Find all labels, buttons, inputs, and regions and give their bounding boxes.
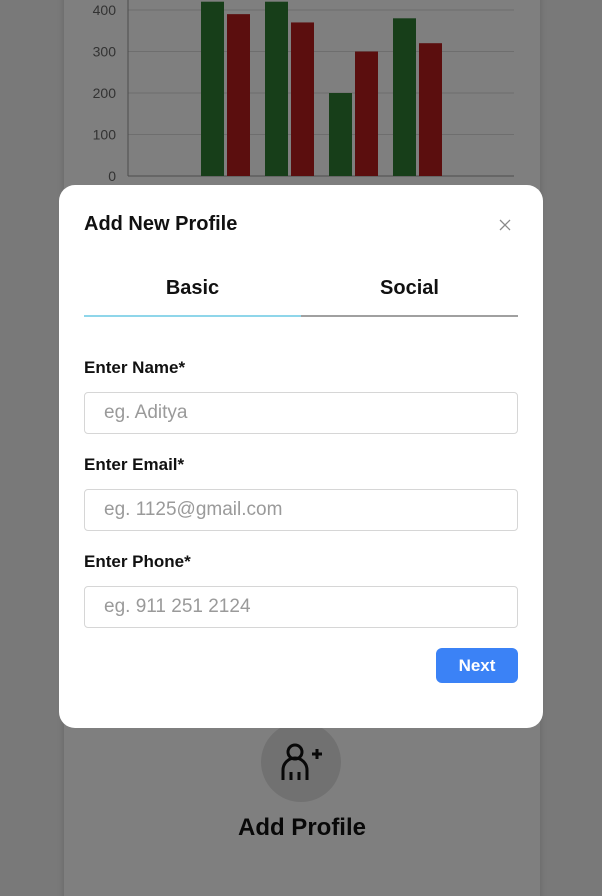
email-input[interactable] — [84, 489, 518, 531]
add-profile-modal: Add New Profile Basic Social Enter Name*… — [59, 185, 543, 728]
tab-social[interactable]: Social — [301, 269, 518, 317]
next-button[interactable]: Next — [436, 648, 518, 683]
tab-bar: Basic Social — [84, 269, 518, 317]
phone-label: Enter Phone* — [84, 552, 191, 571]
tab-basic[interactable]: Basic — [84, 269, 301, 317]
close-button[interactable] — [495, 215, 515, 235]
name-label: Enter Name* — [84, 358, 186, 377]
close-icon — [499, 219, 511, 231]
name-input[interactable] — [84, 392, 518, 434]
modal-title: Add New Profile — [84, 213, 238, 235]
email-label: Enter Email* — [84, 455, 185, 474]
phone-input[interactable] — [84, 586, 518, 628]
